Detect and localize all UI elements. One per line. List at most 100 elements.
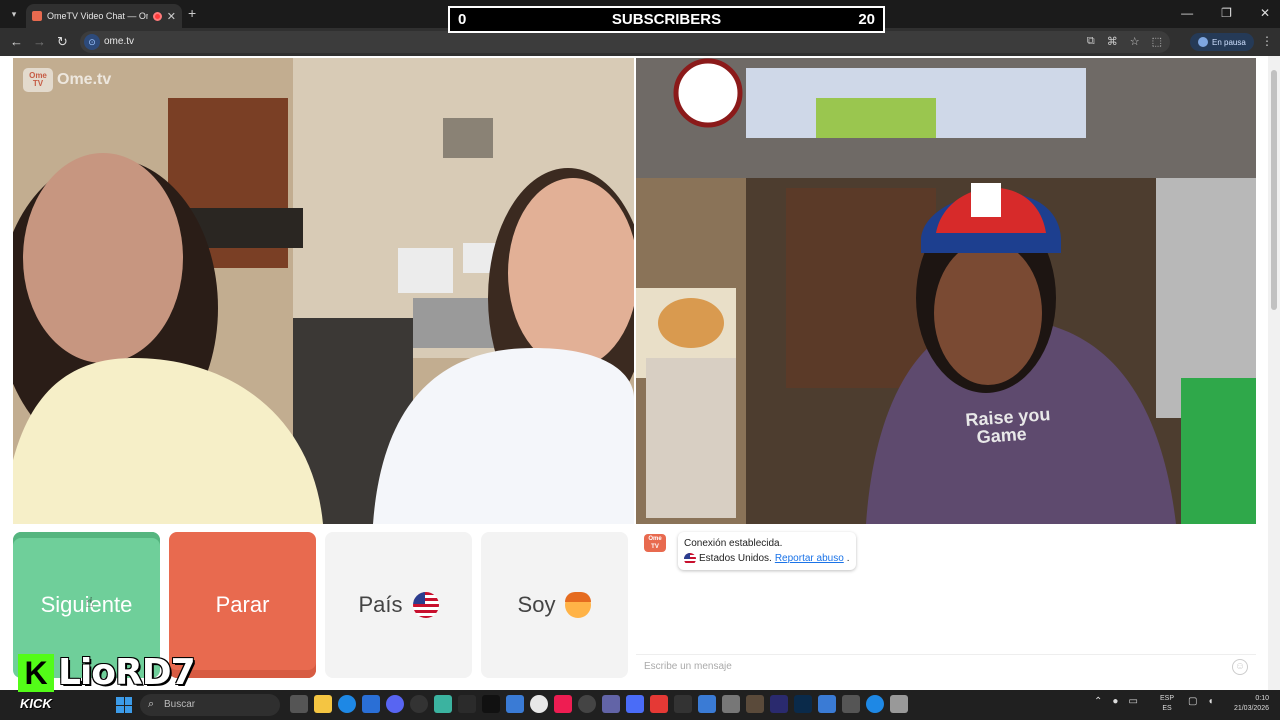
subscribers-current: 0 bbox=[458, 11, 467, 28]
app-icon-window[interactable] bbox=[506, 695, 524, 713]
bookmark-star-icon[interactable]: ☆ bbox=[1130, 35, 1140, 48]
app-icon-teal[interactable] bbox=[434, 695, 452, 713]
remote-video-scene bbox=[636, 58, 1256, 524]
premiere-icon[interactable] bbox=[770, 695, 788, 713]
app-icon-dots[interactable] bbox=[578, 695, 596, 713]
recording-indicator-icon bbox=[152, 11, 162, 21]
stop-button-label: Parar bbox=[215, 592, 270, 617]
gender-button-label: Soy bbox=[517, 592, 556, 617]
app-icon-capcut-2[interactable] bbox=[842, 695, 860, 713]
profile-button[interactable]: En pausa bbox=[1190, 33, 1254, 51]
tab-ometv[interactable]: OmeTV Video Chat — Ome ✕ bbox=[26, 4, 182, 28]
country-line: Estados Unidos. Reportar abuso. bbox=[684, 551, 850, 566]
network-volume: ▢ ◖ bbox=[1188, 696, 1214, 707]
local-video: Ome TV Ome.tv bbox=[13, 58, 634, 524]
restore-icon[interactable]: ❐ bbox=[1221, 6, 1232, 20]
us-flag-icon bbox=[412, 592, 439, 618]
subscribers-goal: 20 bbox=[858, 11, 875, 28]
clock-time: 0:10 bbox=[1255, 695, 1269, 702]
tab-close-icon[interactable]: ✕ bbox=[167, 10, 176, 23]
address-bar[interactable]: ⊙ ome.tv ⧉ ⌘ ☆ ⬚ bbox=[80, 31, 1170, 53]
local-video-scene bbox=[13, 58, 634, 524]
new-tab-button[interactable]: + bbox=[188, 5, 196, 21]
epic-games-icon[interactable] bbox=[458, 695, 476, 713]
app-icon-dark[interactable] bbox=[674, 695, 692, 713]
ometv-page: Ome TV Ome.tv Raise you Game Siguiente ☝… bbox=[0, 56, 1280, 690]
photoshop-icon[interactable] bbox=[794, 695, 812, 713]
url-text: ome.tv bbox=[104, 36, 135, 47]
ometv-favicon-icon bbox=[32, 11, 42, 21]
tray-overflow-icon[interactable]: ⌃ bbox=[1094, 696, 1102, 707]
system-tray: ⌃ ● ▭ bbox=[1094, 696, 1138, 707]
country-button-label: País bbox=[358, 592, 403, 617]
app-icon-window-3[interactable] bbox=[818, 695, 836, 713]
app-icon-capcut[interactable] bbox=[482, 695, 500, 713]
message-input-placeholder: Escribe un mensaje bbox=[644, 661, 732, 672]
file-explorer-icon[interactable] bbox=[314, 695, 332, 713]
tab-title: OmeTV Video Chat — Ome bbox=[47, 11, 148, 21]
app-icon-gray[interactable] bbox=[722, 695, 740, 713]
kick-wordmark: KICK bbox=[20, 696, 52, 711]
profile-status: En pausa bbox=[1212, 37, 1246, 47]
microphone-icon[interactable]: ● bbox=[1112, 696, 1118, 707]
address-bar-actions: ⧉ ⌘ ☆ ⬚ bbox=[1087, 35, 1162, 48]
app-icon-brown[interactable] bbox=[746, 695, 764, 713]
display-icon[interactable]: ▢ bbox=[1188, 696, 1197, 707]
windows-taskbar: ⌕ Buscar ⌃ ● ▭ ESP ES ▢ ◖ 0:10 21/03/202… bbox=[0, 690, 1280, 720]
cast-icon[interactable]: ⧉ bbox=[1087, 35, 1095, 48]
partner-country: Estados Unidos. bbox=[699, 553, 772, 564]
taskbar-clock[interactable]: 0:10 21/03/2026 bbox=[1225, 694, 1269, 714]
store-icon[interactable] bbox=[362, 695, 380, 713]
keyboard-icon[interactable]: ▭ bbox=[1128, 696, 1137, 707]
reload-icon[interactable]: ↻ bbox=[57, 34, 68, 50]
close-window-icon[interactable]: ✕ bbox=[1260, 6, 1270, 20]
emoji-icon[interactable]: ☺ bbox=[1232, 659, 1248, 675]
profile-avatar-icon bbox=[1198, 37, 1208, 47]
kick-streamer-overlay: K KICK LioRD7 bbox=[18, 652, 196, 712]
tiktok-icon[interactable] bbox=[554, 695, 572, 713]
connection-message: Conexión establecida. bbox=[684, 538, 783, 549]
app-icon-window-2[interactable] bbox=[698, 695, 716, 713]
subscribers-label: SUBSCRIBERS bbox=[611, 11, 722, 28]
report-abuse-link[interactable]: Reportar abuso bbox=[775, 551, 844, 566]
chrome-icon[interactable] bbox=[530, 695, 548, 713]
kick-logo-icon: K bbox=[18, 654, 54, 692]
subscribers-goal-overlay: 0 SUBSCRIBERS 20 bbox=[448, 6, 885, 33]
ometv-watermark: Ome TV Ome.tv bbox=[23, 68, 111, 92]
tab-search-menu-icon[interactable]: ▾ bbox=[6, 6, 22, 22]
gender-button[interactable]: Soy bbox=[481, 532, 628, 678]
task-view-icon[interactable] bbox=[290, 695, 308, 713]
app-icon-blue[interactable] bbox=[626, 695, 644, 713]
forward-arrow-icon[interactable]: → bbox=[33, 34, 46, 49]
chat-panel: Ome TV Conexión establecida. Estados Uni… bbox=[636, 524, 1256, 682]
message-input[interactable]: Escribe un mensaje ☺ bbox=[636, 654, 1256, 678]
country-button[interactable]: País bbox=[325, 532, 472, 678]
teams-icon[interactable] bbox=[602, 695, 620, 713]
minimize-icon[interactable]: — bbox=[1181, 6, 1193, 20]
site-info-icon[interactable]: ⊙ bbox=[84, 34, 100, 50]
boy-face-icon bbox=[565, 592, 592, 618]
clock-date: 21/03/2026 bbox=[1233, 705, 1269, 712]
translate-icon[interactable]: ⌘ bbox=[1107, 35, 1118, 48]
remote-video: Raise you Game bbox=[636, 58, 1256, 524]
ometv-logo-text: Ome.tv bbox=[57, 71, 112, 88]
app-icon-circle[interactable] bbox=[866, 695, 884, 713]
back-arrow-icon[interactable]: ← bbox=[10, 34, 23, 49]
app-icon-red[interactable] bbox=[650, 695, 668, 713]
edge-icon[interactable] bbox=[338, 695, 356, 713]
app-icon-misc[interactable] bbox=[890, 695, 908, 713]
extensions-icon[interactable]: ⬚ bbox=[1152, 35, 1162, 48]
language-indicator[interactable]: ESP ES bbox=[1160, 694, 1174, 714]
obs-icon[interactable] bbox=[410, 695, 428, 713]
window-controls: — ❐ ✕ bbox=[1181, 6, 1270, 20]
taskbar-apps bbox=[290, 695, 908, 713]
volume-icon[interactable]: ◖ bbox=[1207, 696, 1213, 707]
scrollbar-thumb[interactable] bbox=[1271, 70, 1277, 310]
mouse-cursor-icon: ☝ bbox=[85, 594, 94, 610]
more-menu-icon[interactable]: ⋮ bbox=[1261, 34, 1273, 48]
streamer-name: LioRD7 bbox=[58, 652, 196, 693]
ometv-chat-logo-icon: Ome TV bbox=[644, 534, 666, 552]
discord-icon[interactable] bbox=[386, 695, 404, 713]
page-scrollbar[interactable] bbox=[1268, 56, 1280, 690]
us-flag-small-icon bbox=[684, 552, 696, 565]
